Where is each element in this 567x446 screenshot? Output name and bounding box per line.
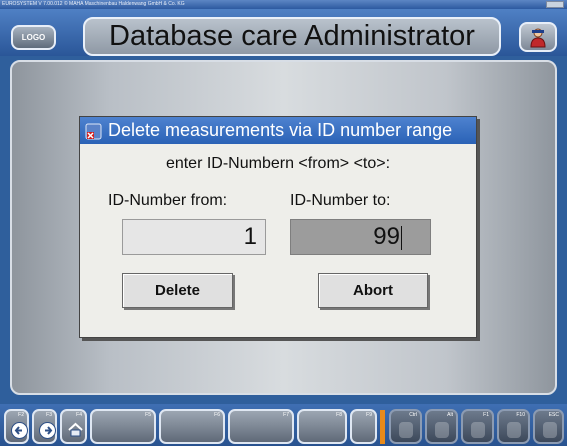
abort-button[interactable]: Abort bbox=[318, 273, 428, 308]
delete-icon bbox=[85, 123, 102, 140]
f7-key-label: F7 bbox=[283, 412, 289, 418]
f5-key[interactable]: F5 bbox=[90, 409, 156, 444]
f6-key-label: F6 bbox=[214, 412, 220, 418]
help-button[interactable] bbox=[519, 22, 557, 52]
f9-key[interactable]: F9 bbox=[350, 409, 377, 444]
f10-key[interactable]: F10 bbox=[497, 409, 530, 444]
ctrl-key-label: Ctrl bbox=[409, 412, 417, 418]
id-from-value: 1 bbox=[243, 223, 257, 250]
dialog-title-bar: Delete measurements via ID number range bbox=[80, 117, 476, 144]
f3-forward-button[interactable]: F3 bbox=[32, 409, 57, 444]
id-from-input[interactable]: 1 bbox=[122, 219, 266, 255]
ghost-icon bbox=[471, 422, 485, 438]
f2-key-label: F2 bbox=[18, 412, 24, 418]
text-caret bbox=[401, 225, 402, 250]
f7-key[interactable]: F7 bbox=[228, 409, 294, 444]
ghost-icon bbox=[399, 422, 413, 438]
alt-key-label: Alt bbox=[447, 412, 453, 418]
f1-key[interactable]: F1 bbox=[461, 409, 494, 444]
id-to-label: ID-Number to: bbox=[290, 192, 391, 209]
delete-dialog: Delete measurements via ID number range … bbox=[79, 116, 477, 338]
window-controls[interactable] bbox=[546, 1, 564, 8]
f2-back-button[interactable]: F2 bbox=[4, 409, 29, 444]
alt-key[interactable]: Alt bbox=[425, 409, 458, 444]
id-to-input[interactable]: 99 bbox=[290, 219, 431, 255]
delete-button[interactable]: Delete bbox=[122, 273, 233, 308]
arrow-left-icon bbox=[11, 422, 28, 439]
ghost-icon bbox=[435, 422, 449, 438]
f3-key-label: F3 bbox=[46, 412, 52, 418]
f10-key-label: F10 bbox=[516, 412, 525, 418]
f8-key[interactable]: F8 bbox=[297, 409, 347, 444]
ghost-icon bbox=[543, 422, 557, 438]
f5-key-label: F5 bbox=[145, 412, 151, 418]
f4-key-label: F4 bbox=[76, 412, 82, 418]
f4-home-button[interactable]: F4 bbox=[60, 409, 87, 444]
f8-key-label: F8 bbox=[336, 412, 342, 418]
logo-button[interactable]: LOGO bbox=[11, 25, 56, 50]
window-caption: EUROSYSTEM V 7.00.012 © MAHA Maschinenba… bbox=[0, 0, 567, 9]
f1-key-label: F1 bbox=[483, 412, 489, 418]
esc-key-label: ESC bbox=[548, 412, 559, 418]
ctrl-key[interactable]: Ctrl bbox=[389, 409, 422, 444]
help-person-icon bbox=[530, 28, 546, 48]
dialog-title: Delete measurements via ID number range bbox=[108, 120, 453, 140]
home-icon bbox=[68, 422, 83, 437]
separator-bar bbox=[380, 410, 385, 444]
ghost-icon bbox=[507, 422, 521, 438]
arrow-right-icon bbox=[39, 422, 56, 439]
dialog-prompt: enter ID-Numbern <from> <to>: bbox=[165, 155, 391, 172]
esc-key[interactable]: ESC bbox=[533, 409, 564, 444]
id-from-label: ID-Number from: bbox=[108, 192, 228, 209]
window-caption-text: EUROSYSTEM V 7.00.012 © MAHA Maschinenba… bbox=[2, 1, 185, 7]
f9-key-label: F9 bbox=[366, 412, 372, 418]
id-to-value: 99 bbox=[373, 223, 400, 250]
page-title: Database care Administrator bbox=[83, 17, 501, 56]
f6-key[interactable]: F6 bbox=[159, 409, 225, 444]
